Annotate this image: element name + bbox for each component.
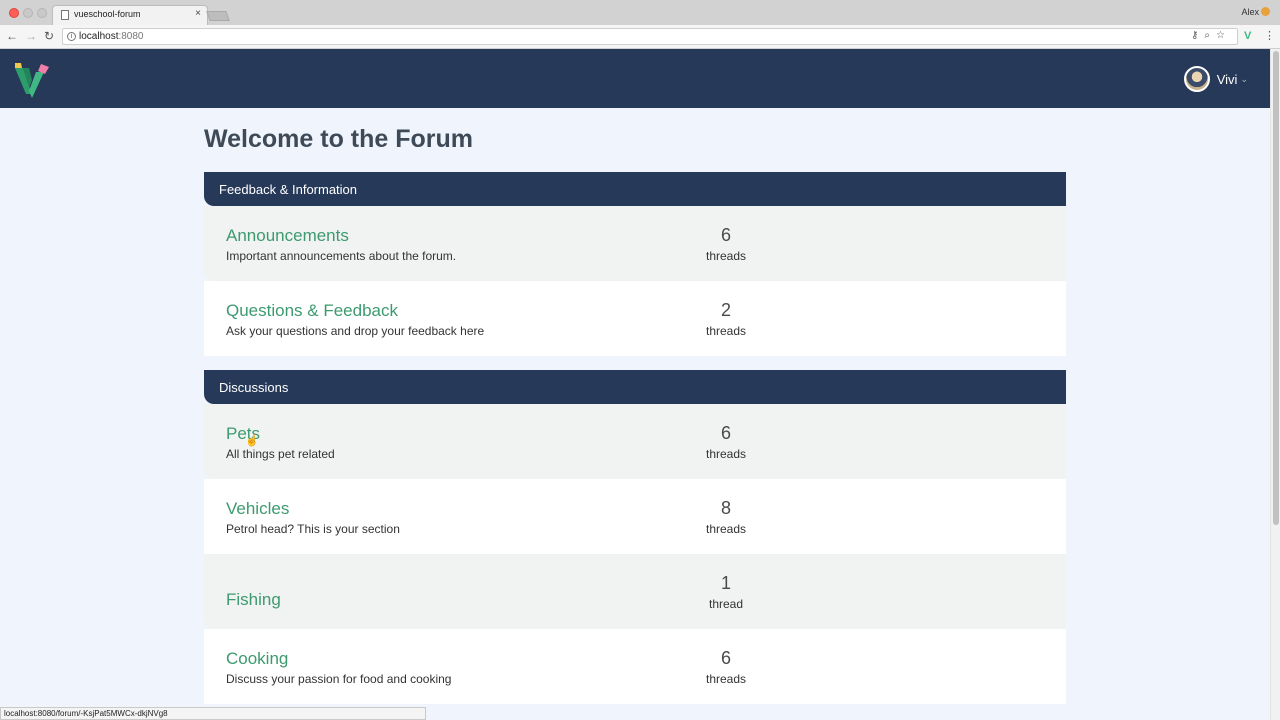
- profile-avatar-icon: [1261, 7, 1270, 16]
- browser-profile[interactable]: Alex: [1241, 7, 1270, 17]
- thread-count-label: threads: [705, 522, 747, 536]
- thread-count-label: thread: [708, 597, 744, 611]
- category-discussions: Discussions Pets All things pet related …: [204, 370, 1066, 704]
- url-text[interactable]: localhost:8080: [79, 31, 144, 42]
- thread-count-number: 6: [720, 423, 731, 443]
- forum-row: Vehicles Petrol head? This is your secti…: [204, 479, 1066, 554]
- forum-row: Fishing 1 thread: [204, 554, 1066, 629]
- thread-count: 8 threads: [684, 498, 768, 536]
- profile-name: Alex: [1241, 7, 1259, 17]
- thread-count-number: 8: [720, 498, 731, 518]
- forward-button[interactable]: →: [25, 29, 37, 43]
- new-tab-button[interactable]: [206, 11, 230, 21]
- forum-description: Important announcements about the forum.: [226, 249, 457, 263]
- info-icon[interactable]: i: [67, 32, 76, 41]
- thread-count: 6 threads: [684, 648, 768, 686]
- tab-close-icon[interactable]: ×: [195, 8, 201, 19]
- category-header[interactable]: Discussions: [204, 370, 1066, 404]
- scrollbar-thumb[interactable]: [1273, 51, 1279, 525]
- omnibox-icons: ⚷⌕☆: [1191, 30, 1231, 41]
- browser-tab[interactable]: vueschool-forum ×: [52, 5, 208, 25]
- thread-count-number: 6: [720, 648, 731, 668]
- thread-count: 6 threads: [684, 225, 768, 263]
- status-bar-url: localhost:8080/forum/-KsjPat5MWCx-dkjNVg…: [0, 707, 426, 720]
- thread-count-number: 1: [720, 573, 731, 593]
- thread-count: 2 threads: [684, 300, 768, 338]
- browser-menu-icon[interactable]: ⋮: [1264, 29, 1275, 42]
- forum-description: All things pet related: [226, 447, 335, 461]
- forum-description: Ask your questions and drop your feedbac…: [226, 324, 485, 338]
- user-menu[interactable]: Vivi ⌄: [1183, 66, 1248, 92]
- thread-count: 6 threads: [684, 423, 768, 461]
- address-bar[interactable]: i localhost:8080 ⚷⌕☆: [62, 28, 1238, 45]
- key-icon[interactable]: ⚷: [1191, 30, 1204, 41]
- category-feedback-information: Feedback & Information Announcements Imp…: [204, 172, 1066, 356]
- vueschool-logo[interactable]: [12, 58, 52, 100]
- forum-link[interactable]: Vehicles: [226, 499, 289, 519]
- forum-description: Discuss your passion for food and cookin…: [226, 672, 452, 686]
- maximize-window-button[interactable]: [37, 8, 47, 18]
- user-name[interactable]: Vivi: [1217, 72, 1238, 87]
- star-icon[interactable]: ☆: [1216, 30, 1231, 41]
- browser-chrome: vueschool-forum × Alex ← → ↻ i localhost…: [0, 0, 1280, 49]
- zoom-icon[interactable]: ⌕: [1204, 30, 1216, 41]
- vue-devtools-icon[interactable]: V: [1244, 30, 1251, 42]
- page-scrollbar[interactable]: [1270, 49, 1280, 720]
- forum-link[interactable]: Questions & Feedback: [226, 301, 398, 321]
- tab-title: vueschool-forum: [74, 9, 141, 19]
- thread-count-number: 6: [720, 225, 731, 245]
- thread-count: 1 thread: [684, 573, 768, 611]
- forum-row: Pets All things pet related 6 threads: [204, 404, 1066, 479]
- thread-count-label: threads: [705, 672, 747, 686]
- forum-link[interactable]: Cooking: [226, 649, 288, 669]
- reload-button[interactable]: ↻: [44, 29, 54, 43]
- app-header: Vivi ⌄: [0, 49, 1270, 108]
- document-icon: [61, 10, 69, 20]
- tab-strip: vueschool-forum × Alex: [0, 0, 1280, 25]
- forum-row: Announcements Important announcements ab…: [204, 206, 1066, 281]
- thread-count-number: 2: [720, 300, 731, 320]
- browser-toolbar: ← → ↻ i localhost:8080 ⚷⌕☆ V ⋮: [0, 25, 1280, 49]
- category-header[interactable]: Feedback & Information: [204, 172, 1066, 206]
- back-button[interactable]: ←: [6, 29, 18, 43]
- thread-count-label: threads: [705, 447, 747, 461]
- forum-row: Cooking Discuss your passion for food an…: [204, 629, 1066, 704]
- minimize-window-button[interactable]: [23, 8, 33, 18]
- thread-count-label: threads: [705, 324, 747, 338]
- chevron-down-icon[interactable]: ⌄: [1240, 74, 1248, 85]
- avatar[interactable]: [1183, 66, 1210, 92]
- close-window-button[interactable]: [9, 8, 19, 18]
- hand-cursor-icon: ☝: [245, 435, 259, 447]
- thread-count-label: threads: [705, 249, 747, 263]
- forum-row: Questions & Feedback Ask your questions …: [204, 281, 1066, 356]
- forum-link[interactable]: Fishing: [226, 590, 281, 610]
- page-title: Welcome to the Forum: [204, 125, 474, 153]
- forum-link[interactable]: Announcements: [226, 226, 349, 246]
- forum-description: Petrol head? This is your section: [226, 522, 400, 536]
